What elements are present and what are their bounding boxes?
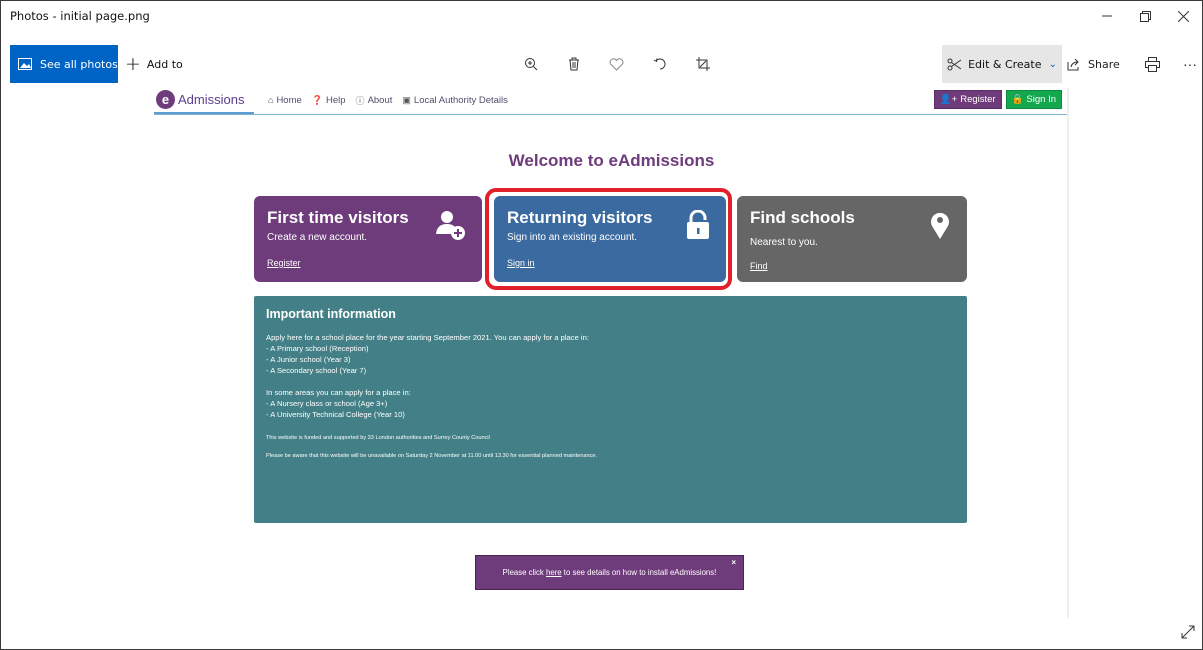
print-icon xyxy=(1144,56,1160,72)
zoom-in-icon xyxy=(524,58,537,71)
close-icon xyxy=(1177,10,1189,22)
info-line: - A Junior school (Year 3) xyxy=(266,355,351,364)
nav-about[interactable]: ⓘ About xyxy=(356,94,393,107)
info-line: - A University Technical College (Year 1… xyxy=(266,410,405,419)
card-title: First time visitors xyxy=(267,208,409,227)
zoom-button[interactable] xyxy=(509,45,552,83)
info-line: - A Primary school (Reception) xyxy=(266,344,369,353)
toolbar: See all photos + Add to Edit & Create ⌄ … xyxy=(1,45,1202,83)
share-button[interactable]: Share xyxy=(1067,45,1120,83)
info-title: Important information xyxy=(266,307,396,321)
info-line: Apply here for a school place for the ye… xyxy=(266,333,589,342)
sign-in-button[interactable]: 🔒 Sign In xyxy=(1005,90,1062,109)
register-button[interactable]: 👤+ Register xyxy=(933,90,1002,109)
trash-icon xyxy=(568,57,579,71)
rotate-icon xyxy=(653,58,665,70)
add-to-label: Add to xyxy=(146,57,183,71)
install-banner: Please click here to see details on how … xyxy=(475,555,744,590)
important-information-panel: Important information Apply here for a s… xyxy=(254,296,967,523)
more-options-button[interactable]: ··· xyxy=(1177,45,1202,83)
banner-close-button[interactable]: × xyxy=(731,558,736,567)
add-user-icon: 👤+ xyxy=(939,94,958,105)
crop-icon xyxy=(695,57,710,71)
window-controls xyxy=(1088,1,1202,31)
edit-create-label: Edit & Create xyxy=(968,57,1042,71)
see-all-photos-label: See all photos xyxy=(40,57,118,71)
help-icon: ❓ xyxy=(311,94,323,105)
lock-icon: 🔒 xyxy=(1011,94,1024,105)
banner-text-pre: Please click xyxy=(502,568,544,577)
register-link[interactable]: Register xyxy=(267,258,301,268)
card-subtitle: Nearest to you. xyxy=(750,237,818,248)
info-icon: ⓘ xyxy=(355,95,365,106)
restore-icon xyxy=(1139,10,1151,22)
find-schools-card: Find schools Nearest to you. Find xyxy=(737,196,967,282)
highlight-box xyxy=(485,188,732,290)
welcome-heading: Welcome to eAdmissions xyxy=(508,151,715,170)
rotate-button[interactable] xyxy=(638,45,681,83)
heart-icon xyxy=(609,57,624,71)
map-marker-icon xyxy=(931,212,949,239)
nav-local-authority-label: Local Authority Details xyxy=(413,94,508,106)
photos-app-window: Photos - initial page.png See all photos… xyxy=(0,0,1203,650)
info-body: Apply here for a school place for the ye… xyxy=(266,332,597,462)
nav-home[interactable]: ⌂ Home xyxy=(268,95,302,106)
add-to-button[interactable]: + Add to xyxy=(125,45,183,83)
chevron-down-icon: ⌄ xyxy=(1048,58,1057,70)
plus-icon: + xyxy=(125,52,141,75)
logo-e-icon: e xyxy=(156,90,175,109)
info-funded: This website is funded and supported by … xyxy=(266,435,490,441)
add-user-icon xyxy=(436,211,465,240)
window-title: Photos - initial page.png xyxy=(10,9,150,23)
scroll-gutter xyxy=(1067,88,1069,618)
site-nav-links: ⌂ Home ❓ Help ⓘ About ▣ Local Authority Deta… xyxy=(268,88,518,112)
print-button[interactable] xyxy=(1141,45,1163,83)
logo-underline xyxy=(154,112,254,114)
register-label: Register xyxy=(960,94,996,105)
delete-button[interactable] xyxy=(552,45,595,83)
info-maintenance: Please be aware that this website will b… xyxy=(266,453,598,459)
sign-in-label: Sign In xyxy=(1026,94,1056,105)
close-button[interactable] xyxy=(1164,1,1202,31)
eadmissions-logo[interactable]: e Admissions xyxy=(156,90,244,109)
share-label: Share xyxy=(1088,57,1120,71)
banner-text-post: to see details on how to install eAdmiss… xyxy=(563,568,717,577)
edit-create-button[interactable]: Edit & Create ⌄ xyxy=(942,45,1062,83)
more-icon: ··· xyxy=(1183,56,1197,72)
fullscreen-icon[interactable] xyxy=(1181,625,1195,639)
nav-about-label: About xyxy=(367,94,393,106)
nav-local-authority[interactable]: ▣ Local Authority Details xyxy=(402,95,508,106)
share-icon xyxy=(1067,58,1079,70)
crop-button[interactable] xyxy=(681,45,724,83)
favorite-button[interactable] xyxy=(595,45,638,83)
nav-help[interactable]: ❓ Help xyxy=(312,95,346,106)
banner-here-link[interactable]: here xyxy=(546,568,562,577)
minimize-icon xyxy=(1102,15,1112,17)
first-time-visitors-card: First time visitors Create a new account… xyxy=(254,196,482,282)
logo-text: Admissions xyxy=(178,92,245,107)
restore-button[interactable] xyxy=(1126,1,1164,31)
center-tools xyxy=(509,45,724,83)
info-line: In some areas you can apply for a place … xyxy=(266,388,411,397)
photo-canvas: e Admissions ⌂ Home ❓ Help ⓘ About ▣ Local A… xyxy=(154,88,1069,618)
find-link[interactable]: Find xyxy=(750,261,768,271)
photos-icon xyxy=(18,58,32,70)
title-bar: Photos - initial page.png xyxy=(1,1,1202,31)
card-title: Find schools xyxy=(750,208,855,227)
info-line: - A Secondary school (Year 7) xyxy=(266,366,367,375)
nav-help-label: Help xyxy=(326,94,346,106)
auth-buttons: 👤+ Register 🔒 Sign In xyxy=(933,90,1062,109)
info-line: - A Nursery class or school (Age 3+) xyxy=(266,399,388,408)
building-icon: ▣ xyxy=(402,94,411,105)
home-icon: ⌂ xyxy=(268,95,274,105)
see-all-photos-button[interactable]: See all photos xyxy=(10,45,118,83)
minimize-button[interactable] xyxy=(1088,1,1126,31)
nav-home-label: Home xyxy=(276,94,302,106)
card-subtitle: Create a new account. xyxy=(267,232,368,243)
edit-scissors-icon xyxy=(947,58,962,70)
site-navbar: e Admissions ⌂ Home ❓ Help ⓘ About ▣ Local A… xyxy=(154,88,1067,115)
